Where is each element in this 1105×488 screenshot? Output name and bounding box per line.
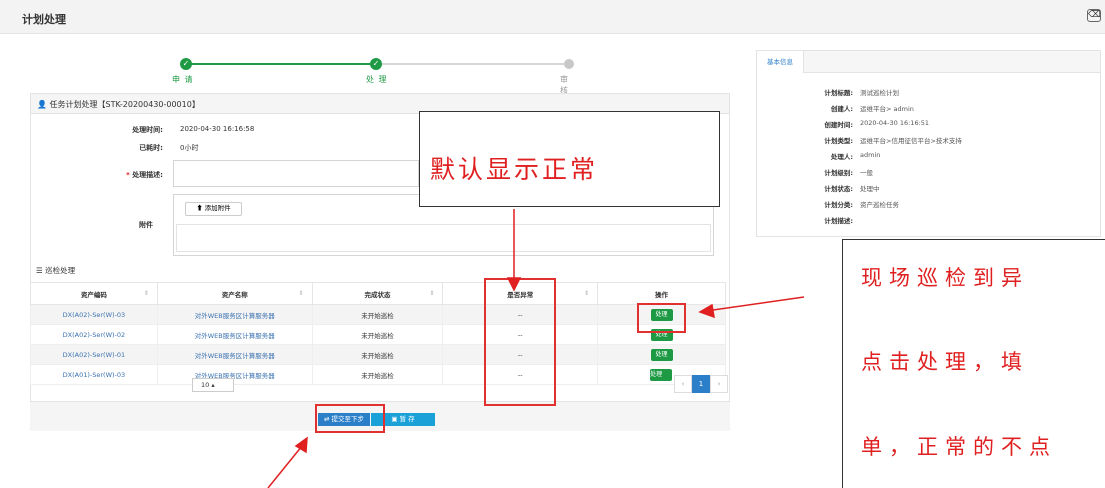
arrow-head: [294, 436, 308, 454]
annotation-arrows: [267, 209, 805, 488]
arrow-head: [698, 303, 715, 319]
arrow-to-action: [705, 296, 805, 312]
arrow-to-submit: [267, 445, 303, 488]
arrow-head: [506, 277, 522, 292]
